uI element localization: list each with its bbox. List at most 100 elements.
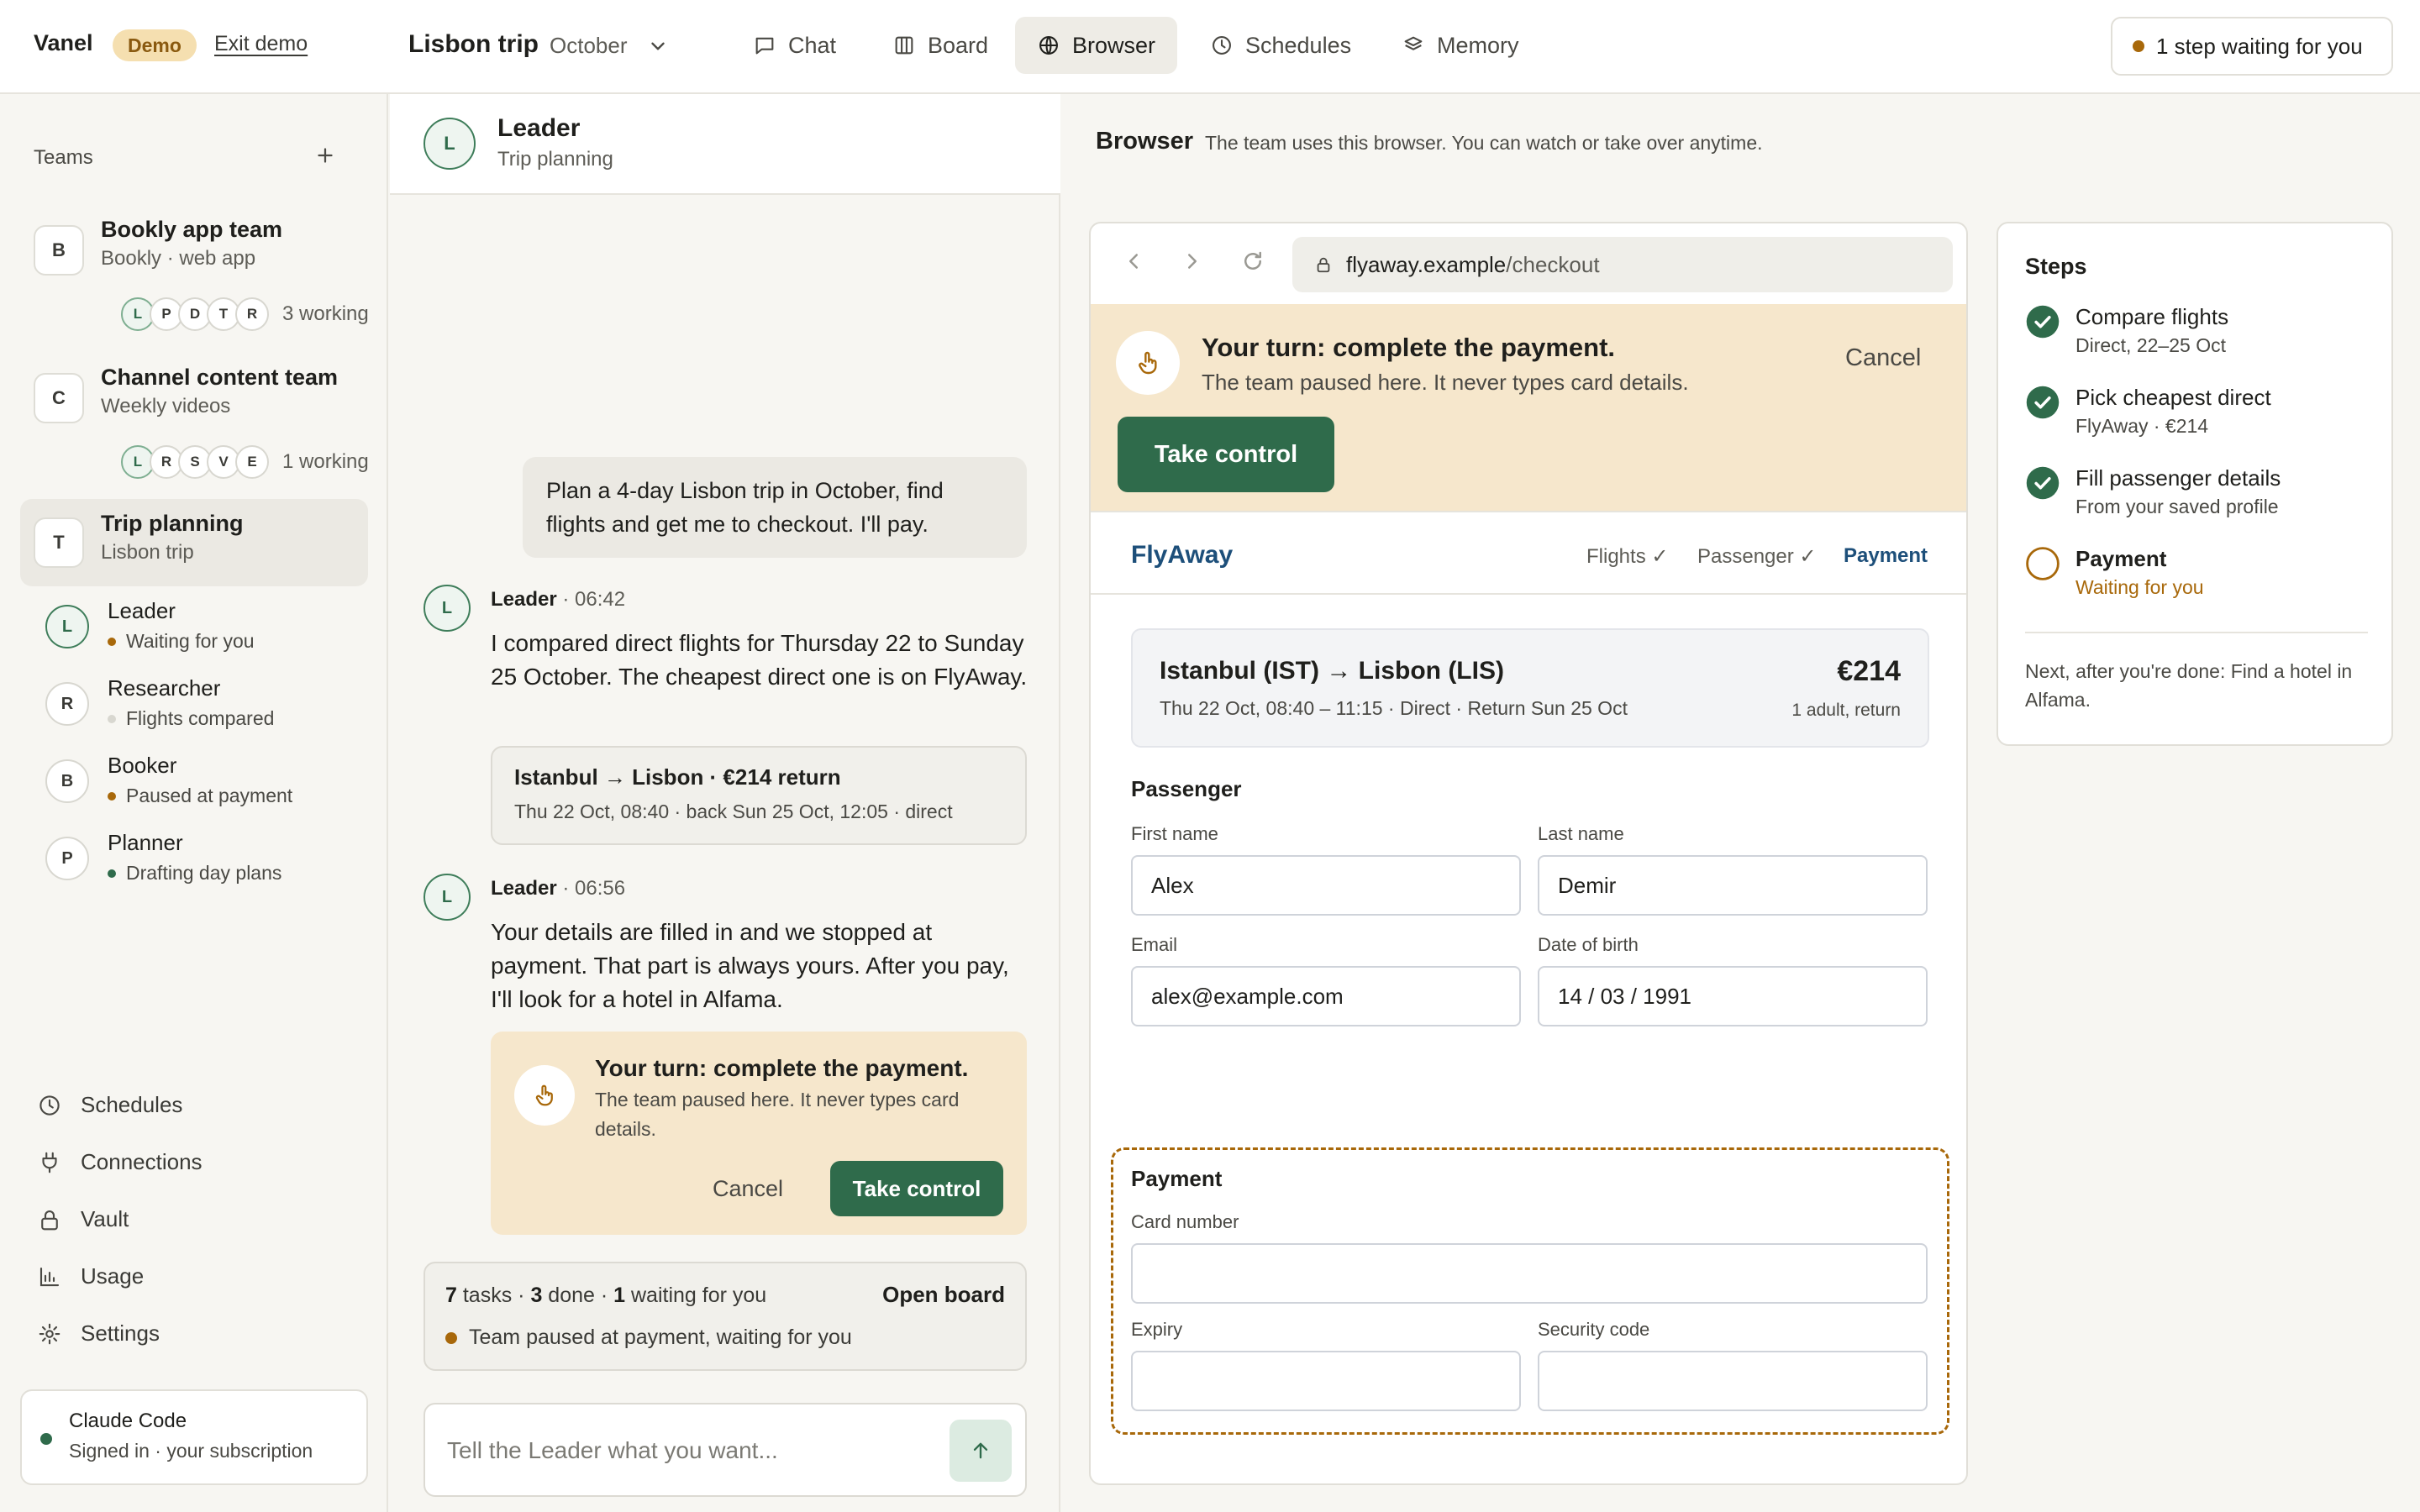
sidebar-item-vault[interactable]: Vault xyxy=(37,1206,129,1232)
team-item-bookly[interactable]: B Bookly app team Bookly · web app L P D… xyxy=(20,208,369,338)
team-subtitle: Bookly · web app xyxy=(101,247,256,270)
agent-status-label: Waiting for you xyxy=(126,630,255,652)
price: €214 xyxy=(1837,655,1901,687)
message-composer xyxy=(424,1403,1027,1497)
member-avatar: E xyxy=(235,445,269,479)
chat-subtitle: Trip planning xyxy=(497,148,613,171)
agent-item-planner[interactable]: P Planner Drafting day plans xyxy=(37,828,365,895)
tab-schedules-label: Schedules xyxy=(1245,32,1352,58)
chevron-down-icon[interactable] xyxy=(647,35,669,57)
route: Istanbul (IST) → Lisbon (LIS) xyxy=(1160,657,1504,685)
agent-name: Booker xyxy=(108,753,177,778)
agent-item-leader[interactable]: L Leader Waiting for you xyxy=(37,596,365,664)
status-dot xyxy=(40,1433,52,1445)
checkout-step-flights: Flights ✓ xyxy=(1586,545,1669,568)
divider xyxy=(2025,632,2368,633)
url-host: flyaway.example xyxy=(1346,251,1507,277)
flight-card-title: Istanbul → Lisbon · €214 return xyxy=(514,764,841,790)
sidebar-item-usage[interactable]: Usage xyxy=(37,1263,144,1289)
card-number-label: Card number xyxy=(1131,1211,1239,1232)
check-circle-icon xyxy=(2025,304,2060,339)
add-team-icon[interactable] xyxy=(313,143,338,168)
agent-status-label: Flights compared xyxy=(126,707,275,729)
user-message: Plan a 4-day Lisbon trip in October, fin… xyxy=(523,457,1027,558)
step-detail: From your saved profile xyxy=(2075,496,2279,517)
payment-card-subtitle: The team paused here. It never types car… xyxy=(595,1089,960,1140)
cancel-button[interactable]: Cancel xyxy=(1845,344,1921,372)
team-avatar: T xyxy=(34,517,84,568)
done-count-label: done · xyxy=(548,1284,608,1307)
task-count: 7 xyxy=(445,1284,457,1307)
open-board-link[interactable]: Open board xyxy=(882,1282,1005,1308)
team-item-trip-planning[interactable]: T Trip planning Lisbon trip xyxy=(20,499,368,586)
gear-icon xyxy=(37,1321,62,1347)
exit-demo-link[interactable]: Exit demo xyxy=(214,32,308,56)
tab-browser-label: Browser xyxy=(1072,32,1156,58)
tab-memory[interactable]: Memory xyxy=(1380,17,1541,74)
step-name: Payment xyxy=(2075,546,2167,571)
hand-pointer-icon xyxy=(1116,331,1180,395)
sidebar-item-label: Schedules xyxy=(81,1092,183,1117)
status-dot xyxy=(108,791,116,801)
expiry-field[interactable] xyxy=(1131,1351,1521,1411)
url-path: /checkout xyxy=(1506,251,1600,277)
waiting-steps-button[interactable]: 1 step waiting for you xyxy=(2111,17,2393,76)
email-field[interactable] xyxy=(1131,966,1521,1026)
agent-status-label: Paused at payment xyxy=(126,785,293,806)
date-of-birth-field[interactable] xyxy=(1538,966,1928,1026)
lock-icon xyxy=(1314,255,1333,274)
account-card[interactable]: Claude Code Signed in · your subscriptio… xyxy=(20,1389,368,1485)
tab-chat-label: Chat xyxy=(788,32,837,58)
forward-arrow-icon[interactable] xyxy=(1180,249,1205,274)
sidebar-item-label: Settings xyxy=(81,1320,160,1346)
agent-status: Flights compared xyxy=(108,707,274,730)
flight-detail: Thu 22 Oct, 08:40 – 11:15 · Direct · Ret… xyxy=(1160,697,1628,719)
sidebar-item-settings[interactable]: Settings xyxy=(37,1320,160,1347)
step-detail: FlyAway · €214 xyxy=(2075,415,2209,437)
team-name: Channel content team xyxy=(101,365,339,390)
first-name-label: First name xyxy=(1131,823,1218,844)
sidebar-item-label: Usage xyxy=(81,1263,145,1289)
agent-status: Drafting day plans xyxy=(108,862,281,885)
chat-title: Leader xyxy=(497,114,581,142)
team-name: Trip planning xyxy=(101,511,244,536)
passenger-count: 1 adult, return xyxy=(1791,701,1901,720)
chat-panel: L Leader Trip planning Plan a 4-day Lisb… xyxy=(390,94,1060,1512)
agent-item-researcher[interactable]: R Researcher Flights compared xyxy=(37,674,365,741)
card-number-field[interactable] xyxy=(1131,1243,1928,1304)
project-title[interactable]: Lisbon trip xyxy=(408,30,539,59)
address-bar[interactable]: flyaway.example /checkout xyxy=(1292,237,1953,292)
message-input[interactable] xyxy=(447,1430,918,1472)
send-button[interactable] xyxy=(950,1420,1012,1482)
agent-item-booker[interactable]: B Booker Paused at payment xyxy=(37,751,365,818)
lock-icon xyxy=(37,1207,62,1232)
tab-schedules[interactable]: Schedules xyxy=(1188,17,1373,74)
chat-header: L Leader Trip planning xyxy=(390,94,1060,195)
team-members: L P D T R 3 working xyxy=(121,297,369,331)
sidebar-item-schedules[interactable]: Schedules xyxy=(37,1092,182,1118)
message-text: Your details are filled in and we stoppe… xyxy=(491,919,1009,1012)
cancel-button[interactable]: Cancel xyxy=(713,1176,783,1202)
sidebar-item-label: Connections xyxy=(81,1149,203,1174)
last-name-label: Last name xyxy=(1538,823,1624,844)
security-code-field[interactable] xyxy=(1538,1351,1928,1411)
tab-board[interactable]: Board xyxy=(871,17,1010,74)
sidebar-item-connections[interactable]: Connections xyxy=(37,1149,203,1175)
agent-avatar: L xyxy=(424,118,476,170)
tab-chat[interactable]: Chat xyxy=(731,17,858,74)
dob-label: Date of birth xyxy=(1538,934,1639,955)
first-name-field[interactable] xyxy=(1131,855,1521,916)
reload-icon[interactable] xyxy=(1240,249,1265,274)
take-control-button[interactable]: Take control xyxy=(1118,417,1334,492)
project-month[interactable]: October xyxy=(550,33,628,59)
waiting-count-label: waiting for you xyxy=(631,1284,767,1307)
team-avatar: B xyxy=(34,225,84,276)
waiting-count: 1 xyxy=(613,1284,626,1307)
back-arrow-icon[interactable] xyxy=(1121,249,1146,274)
last-name-field[interactable] xyxy=(1538,855,1928,916)
take-control-button[interactable]: Take control xyxy=(830,1161,1003,1216)
steps-title: Steps xyxy=(2025,254,2087,279)
team-item-channel-content[interactable]: C Channel content team Weekly videos L R… xyxy=(20,356,369,486)
message-meta: Leader · 06:56 xyxy=(491,877,625,900)
tab-browser[interactable]: Browser xyxy=(1015,17,1178,74)
